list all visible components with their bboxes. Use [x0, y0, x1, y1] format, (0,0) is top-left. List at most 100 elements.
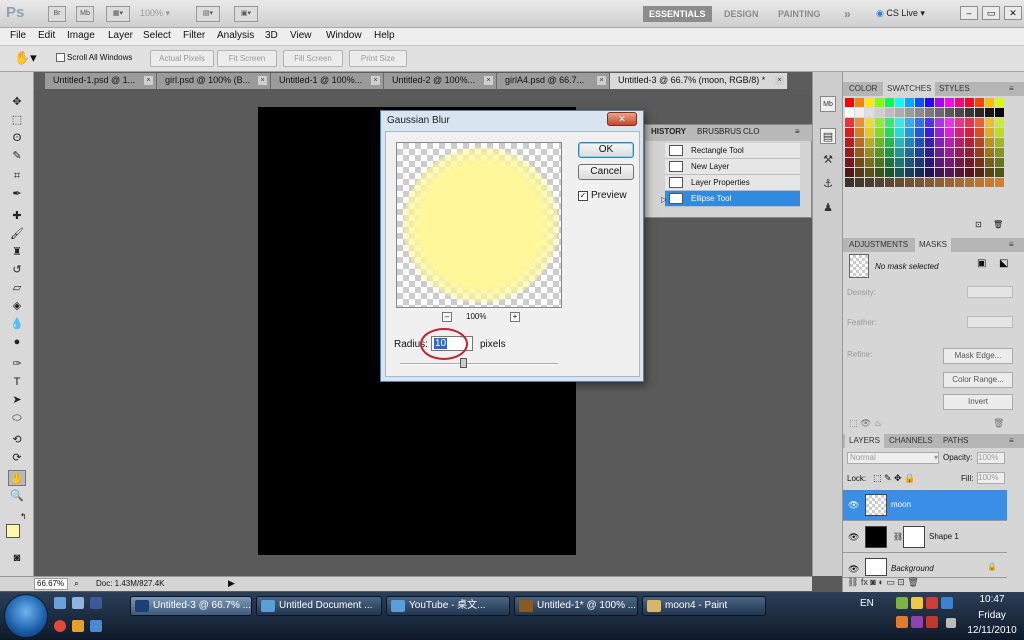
- close-tab-icon[interactable]: ×: [484, 76, 493, 85]
- color-swatch[interactable]: [875, 128, 884, 137]
- mini-bridge-panel-icon[interactable]: Mb: [820, 96, 836, 112]
- zoom-tool-icon[interactable]: 🔍: [8, 488, 26, 504]
- mask-edge-button[interactable]: Mask Edge...: [943, 348, 1013, 364]
- screen-mode-icon[interactable]: ▣▾: [234, 6, 258, 22]
- color-swatch[interactable]: [985, 148, 994, 157]
- brush-panel-icon[interactable]: ⚒: [820, 152, 836, 168]
- color-swatch[interactable]: [935, 108, 944, 117]
- layers-footer-icons[interactable]: ⛓ fx ◙ ◐ ▭ ⊡ 🗑: [847, 577, 919, 588]
- zoom-percentage-field[interactable]: 66.67%: [34, 578, 68, 590]
- color-swatch[interactable]: [985, 128, 994, 137]
- color-swatch[interactable]: [895, 148, 904, 157]
- color-swatch[interactable]: [935, 148, 944, 157]
- color-swatch[interactable]: [955, 118, 964, 127]
- add-vector-mask-icon[interactable]: ⬕: [999, 258, 1008, 269]
- history-item-selected[interactable]: Ellipse Tool: [665, 191, 800, 207]
- color-swatch[interactable]: [855, 148, 864, 157]
- color-swatch[interactable]: [975, 138, 984, 147]
- color-swatch[interactable]: [955, 158, 964, 167]
- color-swatch[interactable]: [865, 128, 874, 137]
- taskbar-youtube[interactable]: YouTube - 桌文...: [386, 596, 510, 616]
- facebook-icon[interactable]: [90, 597, 102, 609]
- tab-girla4-psd[interactable]: girlA4.psd @ 66.7... ×: [497, 73, 610, 89]
- pen-tool-icon[interactable]: ✑: [8, 356, 26, 372]
- color-swatch[interactable]: [875, 98, 884, 107]
- volume-icon[interactable]: [946, 618, 956, 628]
- color-swatch[interactable]: [985, 98, 994, 107]
- arrange-documents-icon[interactable]: ▤▾: [196, 6, 220, 22]
- actual-pixels-button[interactable]: Actual Pixels: [150, 50, 214, 67]
- color-swatch[interactable]: [895, 118, 904, 127]
- eye-icon[interactable]: 👁: [848, 564, 859, 575]
- color-swatch[interactable]: [905, 138, 914, 147]
- workspace-essentials[interactable]: ESSENTIALS: [643, 6, 712, 22]
- layer-row-moon[interactable]: 👁 moon: [843, 490, 1007, 521]
- clock-time[interactable]: 10:47: [968, 594, 1016, 605]
- view-extras-icon[interactable]: ▦▾: [106, 6, 130, 22]
- mini-bridge-icon[interactable]: Mb: [76, 6, 94, 22]
- type-tool-icon[interactable]: T: [8, 374, 26, 390]
- color-swatch[interactable]: [865, 108, 874, 117]
- color-swatch[interactable]: [845, 178, 854, 187]
- history-item[interactable]: New Layer: [665, 159, 800, 175]
- status-menu-arrow-icon[interactable]: ▶: [228, 578, 235, 589]
- eraser-tool-icon[interactable]: ▱: [8, 280, 26, 296]
- panel-menu-icon[interactable]: ≡: [1005, 84, 1018, 93]
- delete-swatch-icon[interactable]: 🗑: [993, 220, 1003, 229]
- color-swatch[interactable]: [945, 108, 954, 117]
- density-field[interactable]: [967, 286, 1013, 298]
- tab-brush[interactable]: BRUS: [697, 127, 719, 136]
- color-swatch[interactable]: [935, 98, 944, 107]
- color-swatch[interactable]: [945, 168, 954, 177]
- path-selection-tool-icon[interactable]: ➤: [8, 392, 26, 408]
- layer-row-shape-1[interactable]: 👁 ⛓ Shape 1: [843, 522, 1007, 553]
- color-swatch[interactable]: [865, 148, 874, 157]
- tab-adjustments[interactable]: ADJUSTMENTS: [845, 240, 912, 249]
- color-swatch[interactable]: [915, 118, 924, 127]
- show-desktop-icon[interactable]: [54, 597, 66, 609]
- panel-menu-icon[interactable]: ≡: [795, 127, 800, 136]
- tab-brush-presets[interactable]: BRUS: [719, 127, 741, 136]
- tray-icon[interactable]: [941, 597, 953, 609]
- color-swatch[interactable]: [905, 168, 914, 177]
- color-swatch[interactable]: [945, 158, 954, 167]
- color-swatch[interactable]: [855, 108, 864, 117]
- tray-icon[interactable]: [926, 597, 938, 609]
- preview-checkbox[interactable]: ✓: [578, 191, 588, 201]
- color-swatch[interactable]: [895, 98, 904, 107]
- color-swatch[interactable]: [925, 128, 934, 137]
- radius-slider-track[interactable]: [400, 363, 558, 365]
- tab-layers[interactable]: LAYERS: [845, 434, 884, 448]
- color-swatch[interactable]: [975, 168, 984, 177]
- tray-icon[interactable]: [896, 597, 908, 609]
- color-swatch[interactable]: [855, 128, 864, 137]
- color-swatch[interactable]: [925, 148, 934, 157]
- color-swatch[interactable]: [865, 118, 874, 127]
- taskbar-paint[interactable]: moon4 - Paint: [642, 596, 766, 616]
- color-swatch[interactable]: [965, 98, 974, 107]
- menu-filter[interactable]: Filter: [183, 30, 205, 41]
- history-item[interactable]: Rectangle Tool: [665, 143, 800, 159]
- tab-styles[interactable]: STYLES: [935, 84, 974, 93]
- zoom-level-select[interactable]: 100% ▾: [140, 8, 170, 19]
- color-swatch[interactable]: [955, 148, 964, 157]
- color-swatch[interactable]: [965, 118, 974, 127]
- color-swatch[interactable]: [885, 108, 894, 117]
- color-swatch[interactable]: [855, 118, 864, 127]
- tray-icon[interactable]: [911, 616, 923, 628]
- delete-mask-icon[interactable]: 🗑: [993, 418, 1004, 429]
- color-swatch[interactable]: [855, 138, 864, 147]
- start-button[interactable]: [4, 594, 48, 638]
- color-swatch[interactable]: [985, 178, 994, 187]
- swap-colors-icon[interactable]: ↰: [20, 512, 27, 521]
- color-swatch[interactable]: [955, 98, 964, 107]
- hand-tool-preset-icon[interactable]: ✋▾: [14, 50, 37, 66]
- color-swatch[interactable]: [935, 168, 944, 177]
- color-swatch[interactable]: [875, 148, 884, 157]
- color-swatch[interactable]: [845, 128, 854, 137]
- color-swatch[interactable]: [895, 138, 904, 147]
- color-swatch[interactable]: [965, 178, 974, 187]
- color-swatch[interactable]: [885, 168, 894, 177]
- menu-edit[interactable]: Edit: [38, 30, 55, 41]
- workspace-painting[interactable]: PAINTING: [772, 6, 826, 22]
